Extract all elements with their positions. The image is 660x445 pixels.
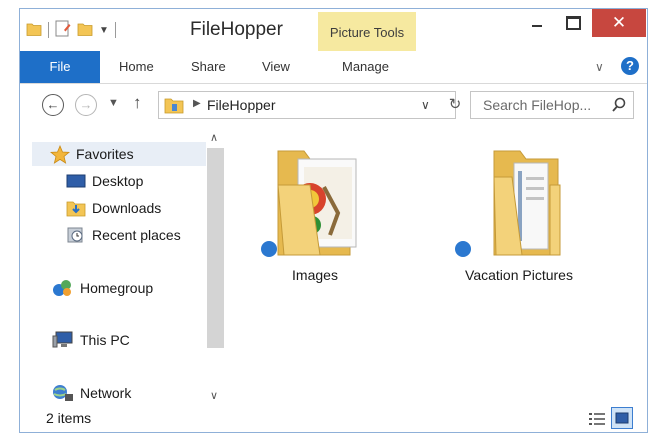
properties-icon[interactable] — [55, 20, 71, 41]
status-bar: 2 items — [20, 407, 647, 432]
sidebar-item-downloads[interactable]: Downloads — [66, 196, 161, 220]
scroll-up-arrow-icon[interactable]: ∧ — [210, 131, 218, 144]
up-arrow-icon[interactable]: ↑ — [133, 93, 142, 113]
sidebar-item-favorites[interactable]: Favorites — [32, 142, 210, 166]
tab-home[interactable]: Home — [119, 51, 154, 83]
scroll-down-arrow-icon[interactable]: ∨ — [210, 389, 218, 402]
item-name: Images — [292, 267, 338, 283]
customize-qat-icon[interactable]: ▼ — [99, 25, 109, 36]
close-button[interactable]: ✕ — [592, 9, 646, 37]
network-icon — [52, 383, 74, 403]
folder-icon[interactable] — [26, 21, 42, 40]
sidebar-item-desktop[interactable]: Desktop — [66, 169, 143, 193]
sidebar-item-recent-places[interactable]: Recent places — [66, 223, 181, 247]
scroll-thumb[interactable] — [207, 148, 224, 348]
refresh-icon[interactable]: ↻ — [444, 95, 466, 113]
sidebar-item-label: Desktop — [92, 173, 144, 189]
address-row: ← → ▼ ↑ ▶ FileHopper ∨ ↻ — [20, 85, 647, 127]
item-count: 2 items — [46, 410, 92, 426]
navigation-scrollbar[interactable]: ∧ ∨ — [206, 129, 225, 407]
picture-tools-context-tab: Picture Tools — [318, 12, 416, 51]
search-box — [470, 91, 634, 119]
qat-separator — [48, 22, 49, 38]
sync-badge-icon — [455, 241, 471, 257]
ribbon-tabs: File Home Share View Manage ∨ ? — [20, 51, 647, 84]
minimize-icon — [532, 25, 542, 27]
tab-share[interactable]: Share — [191, 51, 226, 83]
folder-icon — [164, 97, 184, 117]
breadcrumb-path[interactable]: FileHopper — [207, 97, 275, 113]
desktop-icon — [66, 173, 86, 189]
sidebar-item-label: Downloads — [92, 200, 162, 216]
sidebar-item-label: Homegroup — [80, 280, 154, 296]
sidebar-item-label: Favorites — [76, 146, 134, 162]
file-explorer-window: ▼ FileHopper Picture Tools ✕ File Home S… — [19, 8, 648, 433]
expand-ribbon-chevron-icon[interactable]: ∨ — [595, 60, 604, 74]
navigation-pane: Favorites Desktop Downloads Recent place… — [20, 129, 225, 407]
details-view-icon[interactable] — [588, 410, 606, 428]
computer-icon — [52, 331, 74, 349]
homegroup-icon — [52, 278, 74, 298]
breadcrumb-arrow-icon[interactable]: ▶ — [193, 98, 201, 109]
recent-locations-chevron-icon[interactable]: ▼ — [108, 97, 119, 109]
quick-access-toolbar: ▼ — [26, 19, 122, 41]
documents-folder-icon — [493, 150, 561, 256]
tab-view[interactable]: View — [262, 51, 290, 83]
search-input[interactable] — [471, 92, 623, 118]
help-icon[interactable]: ? — [621, 57, 639, 75]
sync-badge-icon — [261, 241, 277, 257]
forward-button[interactable]: → — [75, 94, 97, 116]
close-icon: ✕ — [611, 13, 627, 32]
sidebar-item-network[interactable]: Network — [52, 381, 131, 405]
large-icons-view-icon[interactable] — [611, 407, 633, 429]
minimize-button[interactable] — [520, 9, 554, 37]
tab-manage[interactable]: Manage — [342, 51, 389, 83]
downloads-icon — [66, 199, 86, 217]
maximize-icon — [565, 16, 581, 30]
file-list: Images Vacation Pictures — [227, 129, 645, 407]
list-item-vacation-pictures[interactable]: Vacation Pictures — [449, 137, 589, 283]
new-folder-icon[interactable] — [77, 21, 93, 40]
back-button[interactable]: ← — [42, 94, 64, 116]
sidebar-item-label: Network — [80, 385, 132, 401]
sidebar-item-label: Recent places — [92, 227, 181, 243]
recent-places-icon — [66, 226, 86, 244]
sidebar-item-homegroup[interactable]: Homegroup — [52, 276, 153, 300]
sidebar-item-this-pc[interactable]: This PC — [52, 328, 130, 352]
address-history-chevron-icon[interactable]: ∨ — [421, 98, 430, 112]
maximize-button[interactable] — [556, 9, 590, 37]
title-bar: ▼ FileHopper Picture Tools ✕ — [20, 9, 647, 51]
item-name: Vacation Pictures — [465, 267, 573, 283]
search-icon[interactable] — [611, 97, 627, 116]
window-title: FileHopper — [190, 19, 283, 40]
qat-separator — [114, 22, 116, 38]
sidebar-item-label: This PC — [80, 332, 130, 348]
address-bar[interactable]: ▶ FileHopper ∨ ↻ — [158, 91, 461, 119]
star-icon — [50, 144, 70, 164]
list-item-images[interactable]: Images — [255, 137, 375, 283]
tab-file[interactable]: File — [20, 51, 100, 83]
